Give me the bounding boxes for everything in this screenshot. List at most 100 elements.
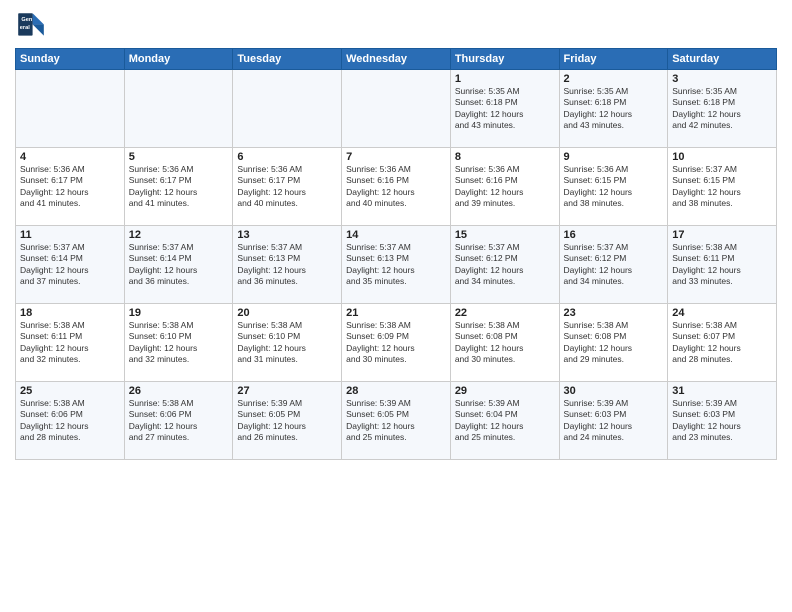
calendar-cell: 25Sunrise: 5:38 AM Sunset: 6:06 PM Dayli… <box>16 382 125 460</box>
day-number: 22 <box>455 307 555 319</box>
calendar-cell: 15Sunrise: 5:37 AM Sunset: 6:12 PM Dayli… <box>450 226 559 304</box>
calendar-cell: 4Sunrise: 5:36 AM Sunset: 6:17 PM Daylig… <box>16 148 125 226</box>
calendar-cell: 14Sunrise: 5:37 AM Sunset: 6:13 PM Dayli… <box>342 226 451 304</box>
calendar-cell: 22Sunrise: 5:38 AM Sunset: 6:08 PM Dayli… <box>450 304 559 382</box>
day-number: 8 <box>455 151 555 163</box>
page-container: Gen eral SundayMondayTuesdayWednesdayThu… <box>0 0 792 470</box>
calendar-cell: 29Sunrise: 5:39 AM Sunset: 6:04 PM Dayli… <box>450 382 559 460</box>
day-number: 12 <box>129 229 229 241</box>
day-info: Sunrise: 5:38 AM Sunset: 6:10 PM Dayligh… <box>237 320 337 366</box>
day-info: Sunrise: 5:37 AM Sunset: 6:12 PM Dayligh… <box>564 242 664 288</box>
day-info: Sunrise: 5:37 AM Sunset: 6:13 PM Dayligh… <box>237 242 337 288</box>
calendar-cell <box>16 70 125 148</box>
day-info: Sunrise: 5:38 AM Sunset: 6:07 PM Dayligh… <box>672 320 772 366</box>
calendar-cell: 26Sunrise: 5:38 AM Sunset: 6:06 PM Dayli… <box>124 382 233 460</box>
day-number: 23 <box>564 307 664 319</box>
header: Gen eral <box>15 10 777 42</box>
day-info: Sunrise: 5:38 AM Sunset: 6:09 PM Dayligh… <box>346 320 446 366</box>
calendar-cell: 6Sunrise: 5:36 AM Sunset: 6:17 PM Daylig… <box>233 148 342 226</box>
day-number: 28 <box>346 385 446 397</box>
day-info: Sunrise: 5:36 AM Sunset: 6:17 PM Dayligh… <box>129 164 229 210</box>
day-number: 3 <box>672 73 772 85</box>
day-number: 27 <box>237 385 337 397</box>
day-number: 14 <box>346 229 446 241</box>
header-row: SundayMondayTuesdayWednesdayThursdayFrid… <box>16 49 777 70</box>
day-info: Sunrise: 5:38 AM Sunset: 6:08 PM Dayligh… <box>455 320 555 366</box>
calendar-cell: 27Sunrise: 5:39 AM Sunset: 6:05 PM Dayli… <box>233 382 342 460</box>
svg-text:Gen: Gen <box>21 17 32 23</box>
day-number: 19 <box>129 307 229 319</box>
day-info: Sunrise: 5:39 AM Sunset: 6:03 PM Dayligh… <box>672 398 772 444</box>
day-number: 15 <box>455 229 555 241</box>
day-info: Sunrise: 5:38 AM Sunset: 6:08 PM Dayligh… <box>564 320 664 366</box>
day-info: Sunrise: 5:39 AM Sunset: 6:04 PM Dayligh… <box>455 398 555 444</box>
day-number: 16 <box>564 229 664 241</box>
week-row-3: 11Sunrise: 5:37 AM Sunset: 6:14 PM Dayli… <box>16 226 777 304</box>
calendar-cell: 10Sunrise: 5:37 AM Sunset: 6:15 PM Dayli… <box>668 148 777 226</box>
day-info: Sunrise: 5:36 AM Sunset: 6:16 PM Dayligh… <box>346 164 446 210</box>
calendar-cell: 13Sunrise: 5:37 AM Sunset: 6:13 PM Dayli… <box>233 226 342 304</box>
calendar-cell: 28Sunrise: 5:39 AM Sunset: 6:05 PM Dayli… <box>342 382 451 460</box>
svg-text:eral: eral <box>20 25 30 31</box>
calendar-cell: 3Sunrise: 5:35 AM Sunset: 6:18 PM Daylig… <box>668 70 777 148</box>
calendar-cell: 17Sunrise: 5:38 AM Sunset: 6:11 PM Dayli… <box>668 226 777 304</box>
calendar-cell: 11Sunrise: 5:37 AM Sunset: 6:14 PM Dayli… <box>16 226 125 304</box>
day-number: 29 <box>455 385 555 397</box>
col-header-sunday: Sunday <box>16 49 125 70</box>
day-info: Sunrise: 5:38 AM Sunset: 6:11 PM Dayligh… <box>20 320 120 366</box>
day-number: 4 <box>20 151 120 163</box>
calendar-cell: 1Sunrise: 5:35 AM Sunset: 6:18 PM Daylig… <box>450 70 559 148</box>
calendar-cell: 2Sunrise: 5:35 AM Sunset: 6:18 PM Daylig… <box>559 70 668 148</box>
calendar-cell <box>233 70 342 148</box>
day-info: Sunrise: 5:38 AM Sunset: 6:10 PM Dayligh… <box>129 320 229 366</box>
day-info: Sunrise: 5:37 AM Sunset: 6:15 PM Dayligh… <box>672 164 772 210</box>
calendar-cell: 5Sunrise: 5:36 AM Sunset: 6:17 PM Daylig… <box>124 148 233 226</box>
day-number: 26 <box>129 385 229 397</box>
calendar-cell <box>342 70 451 148</box>
day-info: Sunrise: 5:38 AM Sunset: 6:06 PM Dayligh… <box>20 398 120 444</box>
calendar-cell: 23Sunrise: 5:38 AM Sunset: 6:08 PM Dayli… <box>559 304 668 382</box>
day-number: 20 <box>237 307 337 319</box>
calendar-cell: 19Sunrise: 5:38 AM Sunset: 6:10 PM Dayli… <box>124 304 233 382</box>
calendar-cell: 7Sunrise: 5:36 AM Sunset: 6:16 PM Daylig… <box>342 148 451 226</box>
day-info: Sunrise: 5:37 AM Sunset: 6:14 PM Dayligh… <box>129 242 229 288</box>
logo: Gen eral <box>15 10 51 42</box>
day-info: Sunrise: 5:36 AM Sunset: 6:15 PM Dayligh… <box>564 164 664 210</box>
calendar-cell: 9Sunrise: 5:36 AM Sunset: 6:15 PM Daylig… <box>559 148 668 226</box>
day-number: 6 <box>237 151 337 163</box>
day-info: Sunrise: 5:37 AM Sunset: 6:12 PM Dayligh… <box>455 242 555 288</box>
day-number: 9 <box>564 151 664 163</box>
day-info: Sunrise: 5:38 AM Sunset: 6:06 PM Dayligh… <box>129 398 229 444</box>
week-row-5: 25Sunrise: 5:38 AM Sunset: 6:06 PM Dayli… <box>16 382 777 460</box>
day-number: 17 <box>672 229 772 241</box>
day-number: 18 <box>20 307 120 319</box>
day-info: Sunrise: 5:36 AM Sunset: 6:17 PM Dayligh… <box>20 164 120 210</box>
day-number: 1 <box>455 73 555 85</box>
day-info: Sunrise: 5:35 AM Sunset: 6:18 PM Dayligh… <box>455 86 555 132</box>
calendar-cell: 30Sunrise: 5:39 AM Sunset: 6:03 PM Dayli… <box>559 382 668 460</box>
calendar-cell: 16Sunrise: 5:37 AM Sunset: 6:12 PM Dayli… <box>559 226 668 304</box>
calendar-cell: 12Sunrise: 5:37 AM Sunset: 6:14 PM Dayli… <box>124 226 233 304</box>
day-info: Sunrise: 5:37 AM Sunset: 6:13 PM Dayligh… <box>346 242 446 288</box>
col-header-tuesday: Tuesday <box>233 49 342 70</box>
day-info: Sunrise: 5:38 AM Sunset: 6:11 PM Dayligh… <box>672 242 772 288</box>
day-number: 21 <box>346 307 446 319</box>
week-row-2: 4Sunrise: 5:36 AM Sunset: 6:17 PM Daylig… <box>16 148 777 226</box>
day-number: 5 <box>129 151 229 163</box>
calendar-cell: 18Sunrise: 5:38 AM Sunset: 6:11 PM Dayli… <box>16 304 125 382</box>
day-info: Sunrise: 5:37 AM Sunset: 6:14 PM Dayligh… <box>20 242 120 288</box>
day-number: 2 <box>564 73 664 85</box>
day-info: Sunrise: 5:36 AM Sunset: 6:17 PM Dayligh… <box>237 164 337 210</box>
calendar-table: SundayMondayTuesdayWednesdayThursdayFrid… <box>15 48 777 460</box>
day-number: 30 <box>564 385 664 397</box>
logo-icon: Gen eral <box>15 10 47 42</box>
col-header-wednesday: Wednesday <box>342 49 451 70</box>
day-info: Sunrise: 5:35 AM Sunset: 6:18 PM Dayligh… <box>564 86 664 132</box>
calendar-cell: 21Sunrise: 5:38 AM Sunset: 6:09 PM Dayli… <box>342 304 451 382</box>
day-info: Sunrise: 5:35 AM Sunset: 6:18 PM Dayligh… <box>672 86 772 132</box>
day-info: Sunrise: 5:36 AM Sunset: 6:16 PM Dayligh… <box>455 164 555 210</box>
week-row-4: 18Sunrise: 5:38 AM Sunset: 6:11 PM Dayli… <box>16 304 777 382</box>
day-info: Sunrise: 5:39 AM Sunset: 6:03 PM Dayligh… <box>564 398 664 444</box>
calendar-cell: 20Sunrise: 5:38 AM Sunset: 6:10 PM Dayli… <box>233 304 342 382</box>
col-header-thursday: Thursday <box>450 49 559 70</box>
